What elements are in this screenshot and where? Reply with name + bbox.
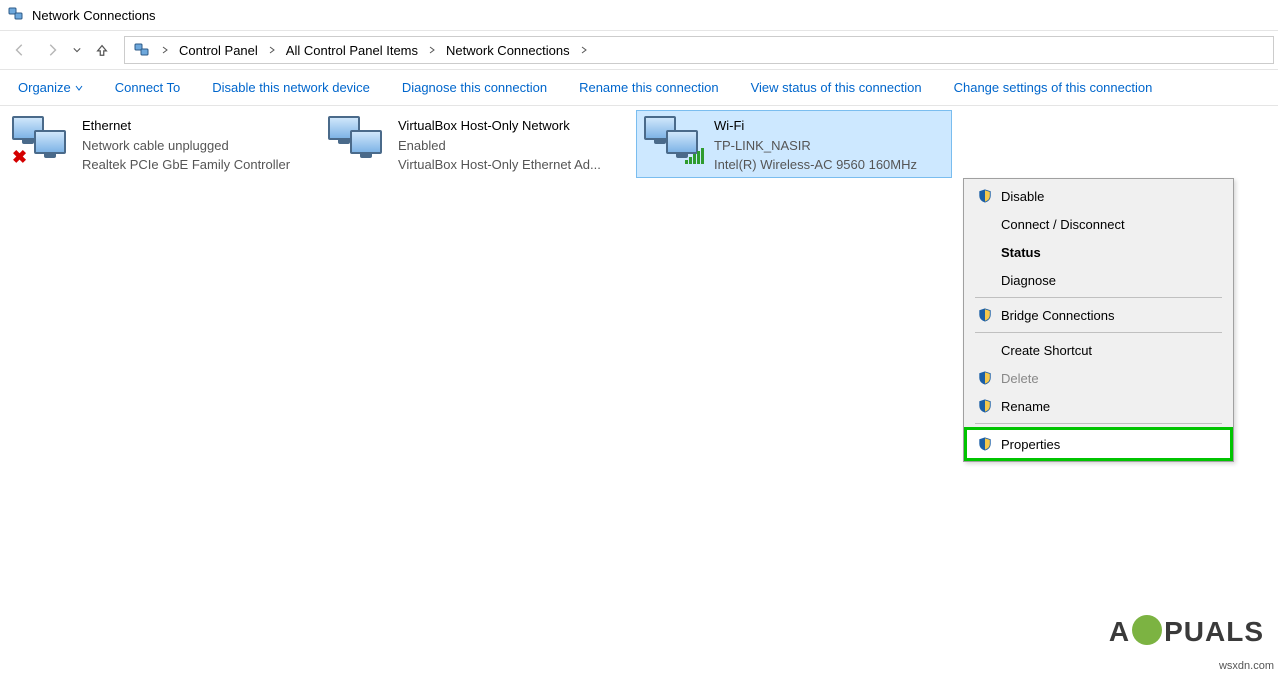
shield-icon — [975, 371, 995, 385]
rename-connection-button[interactable]: Rename this connection — [579, 80, 718, 95]
ctx-status[interactable]: Status — [967, 238, 1230, 266]
ctx-delete: Delete — [967, 364, 1230, 392]
ctx-label: Rename — [1001, 399, 1222, 414]
connection-item-wifi[interactable]: Wi-Fi TP-LINK_NASIR Intel(R) Wireless-AC… — [636, 110, 952, 178]
organize-label: Organize — [18, 80, 71, 95]
network-adapter-icon: ✖ — [12, 116, 72, 172]
view-status-button[interactable]: View status of this connection — [751, 80, 922, 95]
breadcrumb-icon — [131, 42, 153, 58]
wifi-signal-icon — [685, 148, 704, 164]
disable-device-button[interactable]: Disable this network device — [212, 80, 370, 95]
breadcrumb[interactable]: Control Panel All Control Panel Items Ne… — [124, 36, 1274, 64]
ctx-label: Status — [1001, 245, 1222, 260]
change-settings-button[interactable]: Change settings of this connection — [954, 80, 1153, 95]
chevron-right-icon[interactable] — [155, 37, 175, 63]
watermark-mascot-icon — [1132, 615, 1162, 645]
connection-item-virtualbox[interactable]: VirtualBox Host-Only Network Enabled Vir… — [320, 110, 636, 178]
command-toolbar: Organize Connect To Disable this network… — [0, 70, 1278, 106]
error-overlay-icon: ✖ — [12, 147, 27, 168]
network-adapter-icon — [328, 116, 388, 172]
up-button[interactable] — [86, 34, 118, 66]
chevron-right-icon[interactable] — [422, 37, 442, 63]
connection-status: Network cable unplugged — [82, 136, 290, 156]
ctx-rename[interactable]: Rename — [967, 392, 1230, 420]
breadcrumb-seg-0[interactable]: Control Panel — [177, 37, 260, 63]
organize-menu[interactable]: Organize — [18, 80, 83, 95]
content-area: ✖ Ethernet Network cable unplugged Realt… — [0, 106, 1278, 182]
ctx-label: Delete — [1001, 371, 1222, 386]
chevron-right-icon[interactable] — [574, 37, 594, 63]
ctx-disable[interactable]: Disable — [967, 182, 1230, 210]
shield-icon — [975, 189, 995, 203]
ctx-bridge[interactable]: Bridge Connections — [967, 301, 1230, 329]
ctx-label: Create Shortcut — [1001, 343, 1222, 358]
ctx-create-shortcut[interactable]: Create Shortcut — [967, 336, 1230, 364]
chevron-right-icon[interactable] — [262, 37, 282, 63]
connection-adapter: Realtek PCIe GbE Family Controller — [82, 155, 290, 175]
breadcrumb-seg-2[interactable]: Network Connections — [444, 37, 572, 63]
diagnose-connection-button[interactable]: Diagnose this connection — [402, 80, 547, 95]
separator — [975, 297, 1222, 298]
breadcrumb-seg-1[interactable]: All Control Panel Items — [284, 37, 420, 63]
separator — [975, 332, 1222, 333]
connection-name: Ethernet — [82, 116, 290, 136]
ctx-diagnose[interactable]: Diagnose — [967, 266, 1230, 294]
watermark-logo: A PUALS — [1109, 616, 1264, 648]
connection-name: VirtualBox Host-Only Network — [398, 116, 601, 136]
ctx-label: Diagnose — [1001, 273, 1222, 288]
ctx-connect-disconnect[interactable]: Connect / Disconnect — [967, 210, 1230, 238]
connection-name: Wi-Fi — [714, 116, 917, 136]
watermark-text-right: PUALS — [1164, 616, 1264, 648]
ctx-label: Disable — [1001, 189, 1222, 204]
recent-dropdown-icon[interactable] — [68, 34, 86, 66]
ctx-label: Properties — [1001, 437, 1222, 452]
shield-icon — [975, 308, 995, 322]
connection-status: Enabled — [398, 136, 601, 156]
shield-icon — [975, 399, 995, 413]
chevron-down-icon — [75, 80, 83, 95]
forward-button[interactable] — [36, 34, 68, 66]
back-button[interactable] — [4, 34, 36, 66]
connect-to-button[interactable]: Connect To — [115, 80, 181, 95]
nav-row: Control Panel All Control Panel Items Ne… — [0, 30, 1278, 70]
ctx-label: Bridge Connections — [1001, 308, 1222, 323]
connection-status: TP-LINK_NASIR — [714, 136, 917, 156]
separator — [975, 423, 1222, 424]
title-bar: Network Connections — [0, 0, 1278, 30]
ctx-properties[interactable]: Properties — [967, 430, 1230, 458]
watermark-text-left: A — [1109, 616, 1130, 648]
connection-item-ethernet[interactable]: ✖ Ethernet Network cable unplugged Realt… — [4, 110, 320, 178]
connection-adapter: Intel(R) Wireless-AC 9560 160MHz — [714, 155, 917, 175]
network-adapter-icon — [644, 116, 704, 172]
window-title: Network Connections — [32, 8, 156, 23]
network-connections-icon — [8, 6, 24, 25]
ctx-label: Connect / Disconnect — [1001, 217, 1222, 232]
footer-url: wsxdn.com — [1219, 660, 1274, 672]
highlighted-item-wrap: Properties — [964, 427, 1233, 461]
connection-adapter: VirtualBox Host-Only Ethernet Ad... — [398, 155, 601, 175]
shield-icon — [975, 437, 995, 451]
context-menu: Disable Connect / Disconnect Status Diag… — [963, 178, 1234, 462]
